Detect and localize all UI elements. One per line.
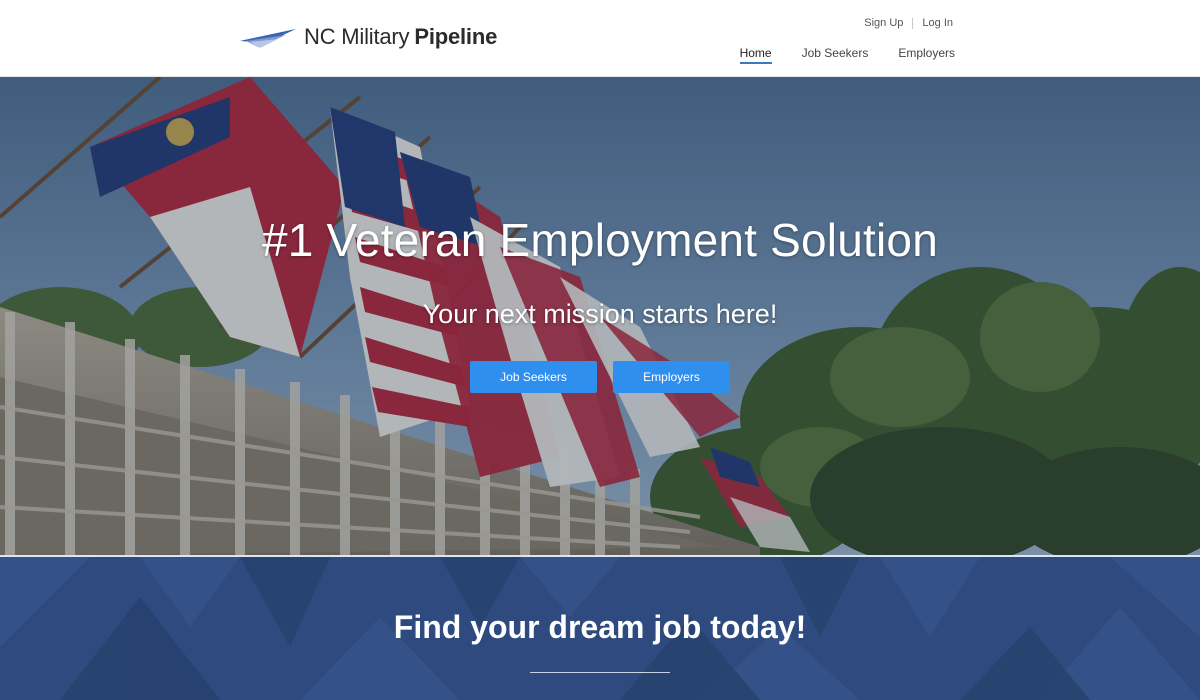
- logo-text: NC Military Pipeline: [304, 24, 497, 50]
- job-seekers-button[interactable]: Job Seekers: [470, 361, 597, 393]
- logo-text-bold: Pipeline: [414, 24, 498, 49]
- log-in-link[interactable]: Log In: [922, 17, 953, 29]
- section-title-rule: [530, 672, 670, 673]
- utility-nav-divider: [912, 17, 914, 29]
- main-nav: Home Job Seekers Employers: [710, 46, 955, 64]
- section-title: Find your dream job today!: [393, 609, 807, 645]
- hero-title: #1 Veteran Employment Solution: [262, 214, 938, 266]
- sign-up-link[interactable]: Sign Up: [864, 17, 903, 29]
- hero-banner: #1 Veteran Employment Solution Your next…: [0, 77, 1200, 556]
- find-job-section: Find your dream job today!: [0, 557, 1200, 700]
- site-header: NC Military Pipeline Sign Up Log In Home …: [0, 0, 1200, 77]
- site-logo[interactable]: NC Military Pipeline: [240, 22, 497, 52]
- hero-cta-group: Job Seekers Employers: [0, 361, 1200, 393]
- nav-item-home[interactable]: Home: [739, 46, 772, 64]
- arrow-logo-icon: [240, 29, 296, 48]
- logo-text-light: NC Military: [304, 24, 410, 49]
- utility-nav: Sign Up Log In: [864, 17, 953, 29]
- hero-subtitle: Your next mission starts here!: [422, 299, 778, 329]
- nav-item-job-seekers[interactable]: Job Seekers: [802, 46, 869, 64]
- employers-button[interactable]: Employers: [613, 361, 730, 393]
- nav-item-employers[interactable]: Employers: [898, 46, 955, 64]
